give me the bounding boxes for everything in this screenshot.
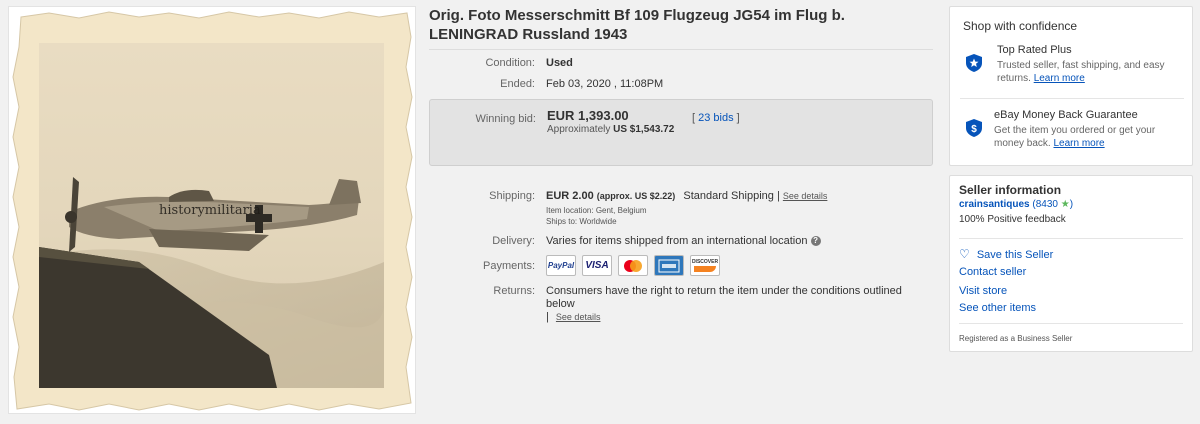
delivery-label: Delivery: [492,235,535,247]
shipping-separator: | [776,190,780,202]
condition-label: Condition: [485,57,535,69]
returns-separator: | [546,311,549,323]
photo-watermark: historymilitaria [159,203,261,218]
top-rated-plus-icon [966,54,982,72]
returns-see-details-link[interactable]: See details [556,312,601,322]
bid-history-link[interactable]: 23 bids [698,112,733,124]
seller-positive-feedback: 100% Positive feedback [959,214,1066,225]
heart-icon: ♡ [959,247,970,261]
visa-label: VISA [585,260,609,271]
ended-label: Ended: [500,78,535,90]
money-back-desc: Get the item you ordered or get your mon… [994,124,1184,150]
shipping-approx: (approx. US $2.22) [596,191,676,201]
seller-feedback-score-link[interactable]: 8430 [1036,199,1058,210]
save-seller-button[interactable]: ♡ Save this Seller [959,247,1053,261]
svg-text:$: $ [971,124,977,135]
delivery-value: Varies for items shipped from an interna… [546,235,808,247]
shipping-see-details-link[interactable]: See details [783,191,828,201]
money-back-guarantee: eBay Money Back Guarantee Get the item y… [994,109,1184,150]
bid-count-close: ] [733,112,740,124]
save-seller-label: Save this Seller [976,249,1054,261]
money-back-title: eBay Money Back Guarantee [994,109,1138,121]
top-rated-plus: Top Rated Plus Trusted seller, fast ship… [997,44,1182,85]
visit-store-link[interactable]: Visit store [959,285,1007,297]
seller-divider-top [959,238,1183,239]
ships-to: Ships to: Worldwide [546,217,617,226]
returns-policy: Consumers have the right to return the i… [546,285,926,324]
ships-to-label: Ships to: [546,217,578,226]
item-location: Item location: Gent, Belgium [546,206,647,215]
shipping-label: Shipping: [489,190,535,202]
money-back-guarantee-icon: $ [966,119,982,137]
returns-text: Consumers have the right to return the i… [546,285,902,310]
winning-bid-box: Winning bid: EUR 1,393.00 Approximately … [429,99,933,166]
top-rated-learn-more-link[interactable]: Learn more [1034,73,1085,84]
shipping-line: EUR 2.00 (approx. US $2.22) Standard Shi… [546,190,827,202]
seller-divider-bottom [959,323,1183,324]
visa-icon: VISA [582,255,612,276]
shop-with-confidence-box: Shop with confidence Top Rated Plus Trus… [949,6,1193,166]
condition-value: Used [546,57,573,69]
delivery-line: Varies for items shipped from an interna… [546,235,821,247]
confidence-divider [960,98,1184,99]
title-divider [429,49,933,50]
item-photo: historymilitaria [12,11,413,411]
shipping-method: Standard Shipping [683,190,774,202]
top-rated-plus-title: Top Rated Plus [997,44,1072,56]
seller-identity: crainsantiques (8430 ★) [959,199,1073,210]
listing-title: Orig. Foto Messerschmitt Bf 109 Flugzeug… [429,7,845,43]
seller-information-box: Seller information crainsantiques (8430 … [949,175,1193,352]
mastercard-icon [618,255,648,276]
contact-seller-link[interactable]: Contact seller [959,266,1026,278]
bid-approx-prefix: Approximately [547,124,611,135]
winning-bid-amount: EUR 1,393.00 [547,108,629,123]
paypal-icon: PayPal [546,255,576,276]
top-rated-plus-desc: Trusted seller, fast shipping, and easy … [997,59,1182,85]
item-photo-panel[interactable]: historymilitaria [8,6,416,414]
bid-approx-conversion: Approximately US $1,543.72 [547,124,674,135]
returns-label: Returns: [493,285,535,297]
seller-name-link[interactable]: crainsantiques [959,199,1030,210]
payments-label: Payments: [483,260,535,272]
discover-label: DISCOVER [691,259,719,265]
mastercard-logo [624,259,642,272]
shipping-cost: EUR 2.00 [546,190,594,202]
bid-approx-value: US $1,543.72 [613,124,675,135]
money-back-learn-more-link[interactable]: Learn more [1053,138,1104,149]
item-location-value: Gent, Belgium [595,206,647,215]
discover-icon: DISCOVER [690,255,720,276]
star-icon: ★ [1060,199,1070,210]
paypal-label: PayPal [547,261,575,270]
ships-to-value: Worldwide [579,217,617,226]
ended-value: Feb 03, 2020 , 11:08PM [546,78,664,90]
amex-logo [658,259,680,272]
discover-stripe [694,266,716,272]
see-other-items-link[interactable]: See other items [959,302,1036,314]
payment-methods: PayPal VISA DISCOVER [546,255,720,276]
winning-bid-label: Winning bid: [475,113,536,125]
item-location-label: Item location: [546,206,594,215]
business-seller-note: Registered as a Business Seller [959,334,1073,343]
amex-icon [654,255,684,276]
seller-feedback-close: ) [1069,199,1074,210]
seller-info-title: Seller information [959,183,1062,197]
help-icon[interactable]: ? [810,236,821,247]
shop-confidence-title: Shop with confidence [963,19,1078,33]
bid-count: [ 23 bids ] [692,112,740,124]
